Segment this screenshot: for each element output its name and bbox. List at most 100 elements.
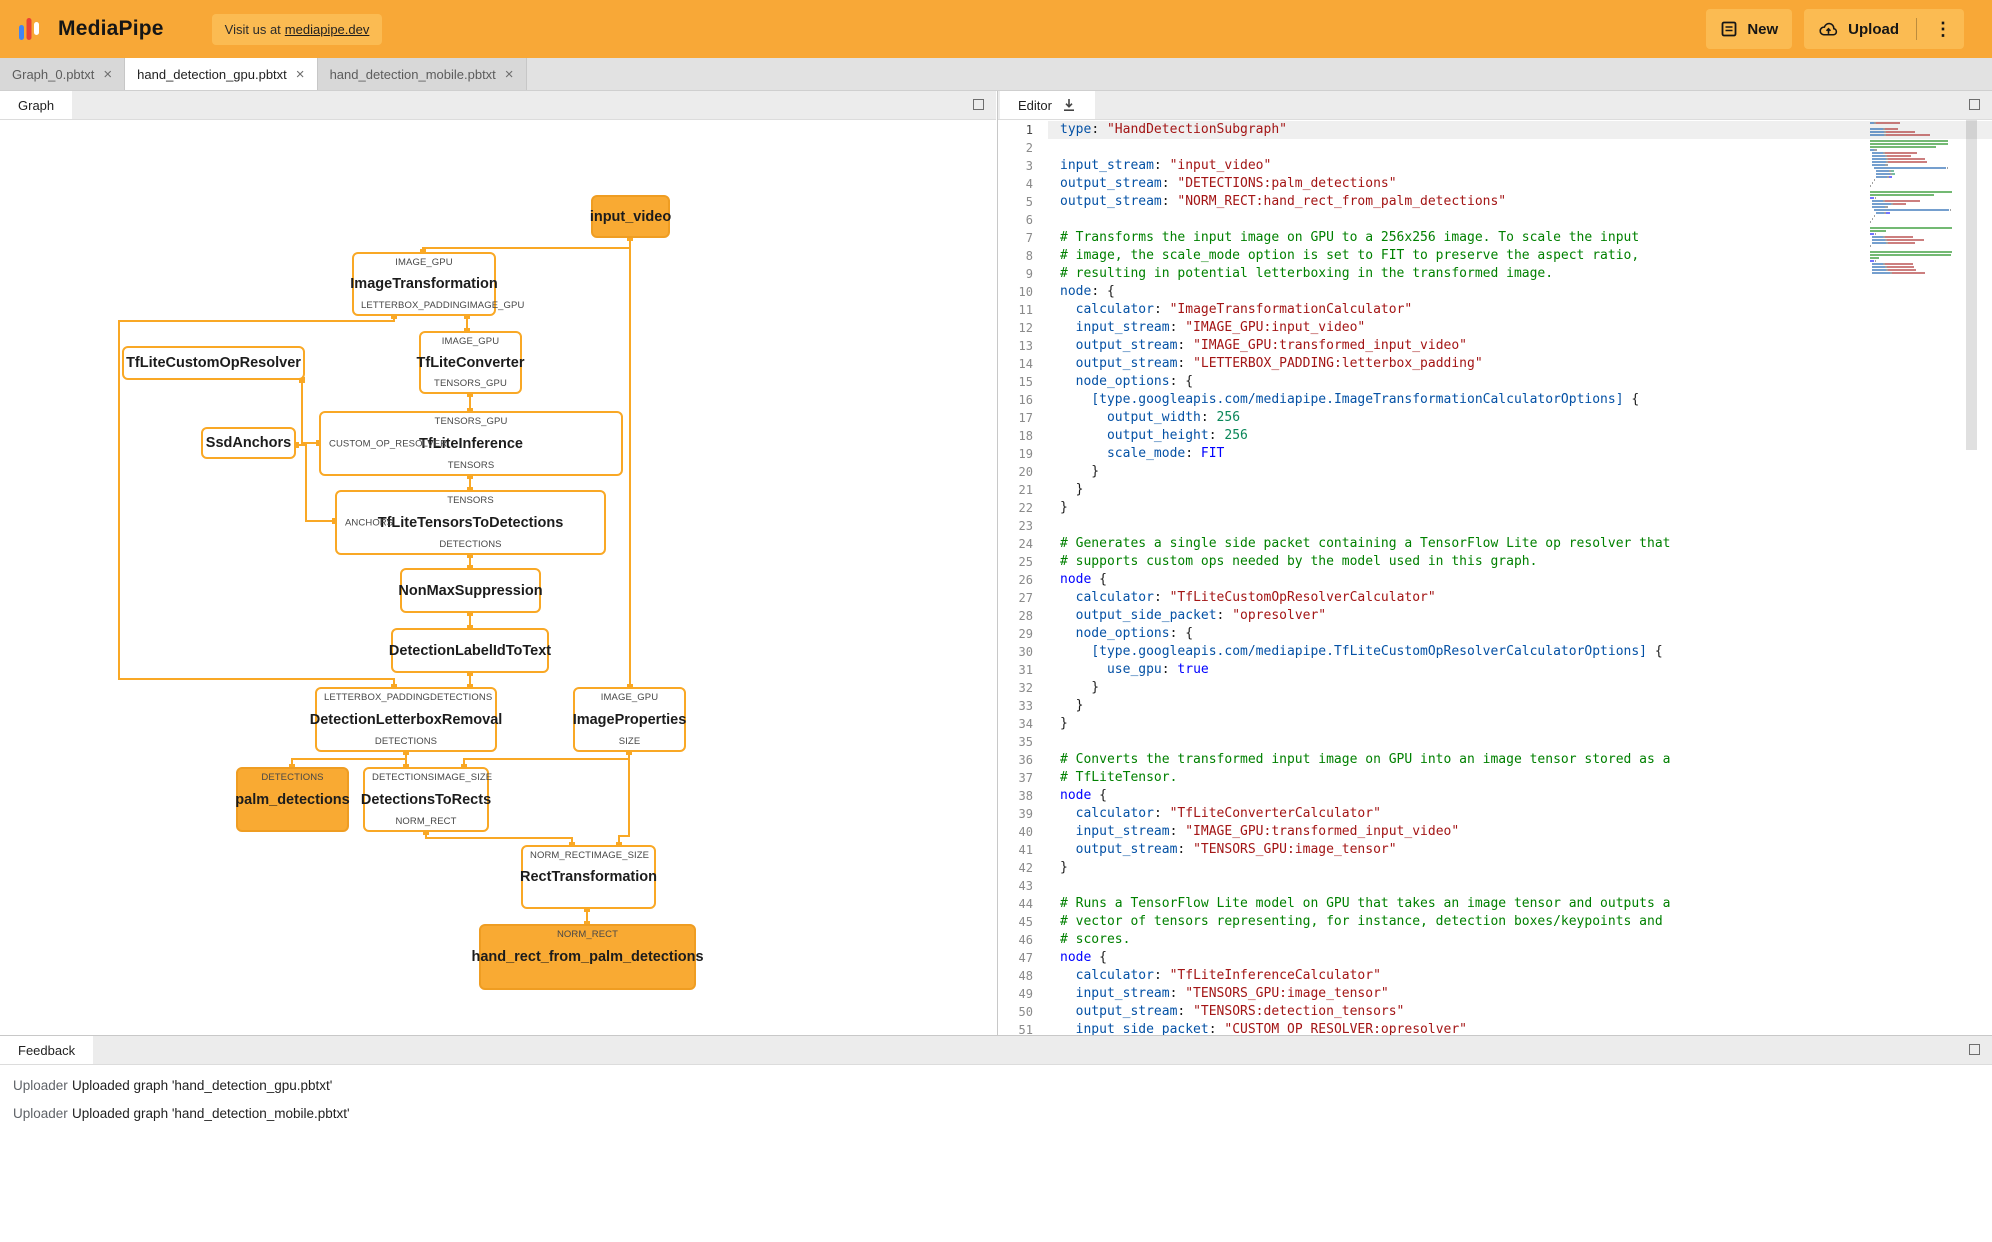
graph-node-label: ImageProperties xyxy=(572,711,687,728)
close-icon[interactable]: × xyxy=(505,67,514,82)
editor-popout-icon[interactable] xyxy=(1969,99,1980,110)
new-button[interactable]: New xyxy=(1706,9,1793,49)
graph-node-RectTransformation[interactable]: NORM_RECT IMAGE_SIZE RectTransformation xyxy=(520,845,657,909)
ports-row: LETTERBOX_PADDING IMAGE_GPU xyxy=(354,300,524,311)
ports-row: DETECTIONS xyxy=(317,736,495,747)
editor-scrollbar[interactable] xyxy=(1965,120,1978,1035)
port-label: DETECTIONS xyxy=(439,539,502,550)
feedback-source: Uploader xyxy=(13,1106,68,1121)
graph-node-DetectionLabelIdToText[interactable]: DetectionLabelIdToText xyxy=(389,628,551,673)
mediapipe-logo xyxy=(16,14,46,44)
ports-row: DETECTIONS xyxy=(337,539,604,550)
tab-editor[interactable]: Editor xyxy=(1000,91,1095,119)
upload-cloud-icon xyxy=(1818,19,1839,40)
graph-node-label: DetectionLetterboxRemoval xyxy=(309,711,503,728)
port-label: IMAGE_SIZE xyxy=(591,850,650,861)
graph-node-label: TfLiteCustomOpResolver xyxy=(126,355,301,371)
graph-node-DetectionLetterboxRemoval[interactable]: LETTERBOX_PADDING DETECTIONS DETECTIONS Det… xyxy=(310,687,502,752)
graph-node-label: ImageTransformation xyxy=(350,276,498,292)
port-label: NORM_RECT xyxy=(556,929,619,940)
file-tab[interactable]: hand_detection_mobile.pbtxt × xyxy=(317,58,527,90)
upload-button-label: Upload xyxy=(1848,20,1899,38)
feedback-source: Uploader xyxy=(13,1078,68,1093)
brand-title: MediaPipe xyxy=(58,17,164,40)
tab-graph[interactable]: Graph xyxy=(0,91,73,119)
graph-pane-strip: Graph xyxy=(0,91,996,120)
visit-link[interactable]: mediapipe.dev xyxy=(285,22,370,37)
new-button-label: New xyxy=(1747,20,1779,38)
editor-pane-strip: Editor xyxy=(998,91,1992,120)
graph-node-hand_rect_from_palm_detections[interactable]: NORM_RECT hand_rect_from_palm_detections xyxy=(471,924,704,990)
ports-row: SIZE xyxy=(575,736,684,747)
graph-node-DetectionsToRects[interactable]: DETECTIONS IMAGE_SIZE NORM_RECT DetectionsT… xyxy=(360,767,492,832)
feedback-message: Uploaded graph 'hand_detection_gpu.pbtxt… xyxy=(72,1078,333,1093)
port-label: TENSORS xyxy=(447,495,494,506)
port-label: TENSORS_GPU xyxy=(434,378,507,389)
graph-node-input_video[interactable]: input_video xyxy=(589,195,672,238)
graph-node-TfLiteInference[interactable]: TENSORS_GPU TENSORS CUSTOM_OP_RESOLVER TfLi… xyxy=(319,411,623,476)
close-icon[interactable]: × xyxy=(103,67,112,82)
ports-row: NORM_RECT IMAGE_SIZE xyxy=(523,850,654,861)
new-icon xyxy=(1720,20,1738,38)
graph-canvas[interactable]: input_video IMAGE_GPU LETTERBOX_PADDING IMA… xyxy=(0,120,996,1035)
graph-node-label: TfLiteInference xyxy=(419,435,523,452)
line-numbers: 1 2 3 4 5 6 7 8 9 10 11 12 13 14 15 16 17 18 19 20 21 22 23 24 2… xyxy=(1018,123,1033,1035)
ports-row: DETECTIONS IMAGE_SIZE xyxy=(365,772,492,783)
code-area[interactable]: type: "HandDetectionSubgraph" input_strea… xyxy=(1048,120,1992,1035)
graph-node-label: input_video xyxy=(589,208,672,225)
port-label: LETTERBOX_PADDING xyxy=(324,692,431,703)
feedback-rows: Uploader Uploaded graph 'hand_detection_g… xyxy=(0,1065,1992,1242)
editor-pane: Editor 1 2 3 4 5 6 7 8 9 10 11 12 13 14 15 16 17 18 19 20 21… xyxy=(997,91,1992,1035)
file-tab[interactable]: Graph_0.pbtxt × xyxy=(0,58,126,90)
graph-node-NonMaxSuppression[interactable]: NonMaxSuppression xyxy=(398,568,543,613)
upload-button[interactable]: Upload ⋮ xyxy=(1804,9,1964,49)
ports-row: TENSORS xyxy=(337,495,604,506)
graph-node-TfLiteConverter[interactable]: IMAGE_GPU TENSORS_GPU TfLiteConverter xyxy=(416,331,525,394)
graph-node-label: NonMaxSuppression xyxy=(398,582,543,599)
graph-node-label: TfLiteConverter xyxy=(416,354,525,371)
tab-feedback[interactable]: Feedback xyxy=(0,1036,94,1064)
download-icon[interactable] xyxy=(1061,97,1077,113)
port-label: DETECTIONS xyxy=(430,692,493,703)
port-label: IMAGE_GPU xyxy=(441,336,500,347)
code-editor[interactable]: 1 2 3 4 5 6 7 8 9 10 11 12 13 14 15 16 17 18 19 20 21 22 23 24 2… xyxy=(998,120,1992,1035)
feedback-tab-label: Feedback xyxy=(18,1042,76,1058)
port-label: IMAGE_SIZE xyxy=(434,772,493,783)
graph-node-ImageProperties[interactable]: IMAGE_GPU SIZE ImageProperties xyxy=(573,687,686,752)
port-label: NORM_RECT xyxy=(530,850,592,861)
graph-node-TfLiteCustomOpResolver[interactable]: TfLiteCustomOpResolver xyxy=(122,346,305,380)
file-tab[interactable]: hand_detection_gpu.pbtxt × xyxy=(125,58,318,90)
graph-node-label: hand_rect_from_palm_detections xyxy=(471,949,704,965)
graph-tab-label: Graph xyxy=(18,97,55,113)
minimap[interactable] xyxy=(1870,122,1962,275)
file-tab-label: hand_detection_mobile.pbtxt xyxy=(329,66,496,82)
port-label: IMAGE_GPU xyxy=(600,692,659,703)
graph-pane: Graph input_video IMAGE_GPU LETTERBOX_PADD… xyxy=(0,91,996,1035)
ports-row: TENSORS_GPU xyxy=(321,416,621,427)
graph-node-TfLiteTensorsToDetections[interactable]: TENSORS DETECTIONS ANCHORS TfLiteTensorsToD… xyxy=(335,490,606,555)
graph-node-palm_detections[interactable]: DETECTIONS palm_detections xyxy=(235,767,350,832)
file-tab-bar: Graph_0.pbtxt × hand_detection_gpu.pbtxt × h… xyxy=(0,58,1992,91)
ports-row: TENSORS xyxy=(321,460,621,471)
port-label: LETTERBOX_PADDING xyxy=(361,300,468,311)
graph-node-SsdAnchors[interactable]: SsdAnchors xyxy=(201,427,296,459)
app-header: MediaPipe Visit us at mediapipe.dev New … xyxy=(0,0,1992,58)
close-icon[interactable]: × xyxy=(296,67,305,82)
ports-row: IMAGE_GPU xyxy=(354,257,494,268)
file-tab-label: hand_detection_gpu.pbtxt xyxy=(137,66,287,82)
feedback-popout-icon[interactable] xyxy=(1969,1044,1980,1055)
graph-node-label: RectTransformation xyxy=(520,869,657,885)
feedback-pane: Feedback Uploader Uploaded graph 'hand_de… xyxy=(0,1035,1992,1242)
kebab-menu-icon[interactable]: ⋮ xyxy=(1930,20,1956,38)
port-label: DETECTIONS xyxy=(261,772,324,783)
ports-row: IMAGE_GPU xyxy=(421,336,520,347)
upload-divider xyxy=(1916,18,1917,40)
port-label: TENSORS_GPU xyxy=(434,416,508,427)
port-label: TENSORS xyxy=(447,460,495,471)
port-label: DETECTIONS xyxy=(372,772,435,783)
graph-popout-icon[interactable] xyxy=(973,99,984,110)
graph-node-ImageTransformation[interactable]: IMAGE_GPU LETTERBOX_PADDING IMAGE_GPU Image… xyxy=(350,252,524,316)
graph-node-label: DetectionsToRects xyxy=(360,791,492,808)
file-tab-label: Graph_0.pbtxt xyxy=(12,66,95,82)
port-label: SIZE xyxy=(618,736,641,747)
